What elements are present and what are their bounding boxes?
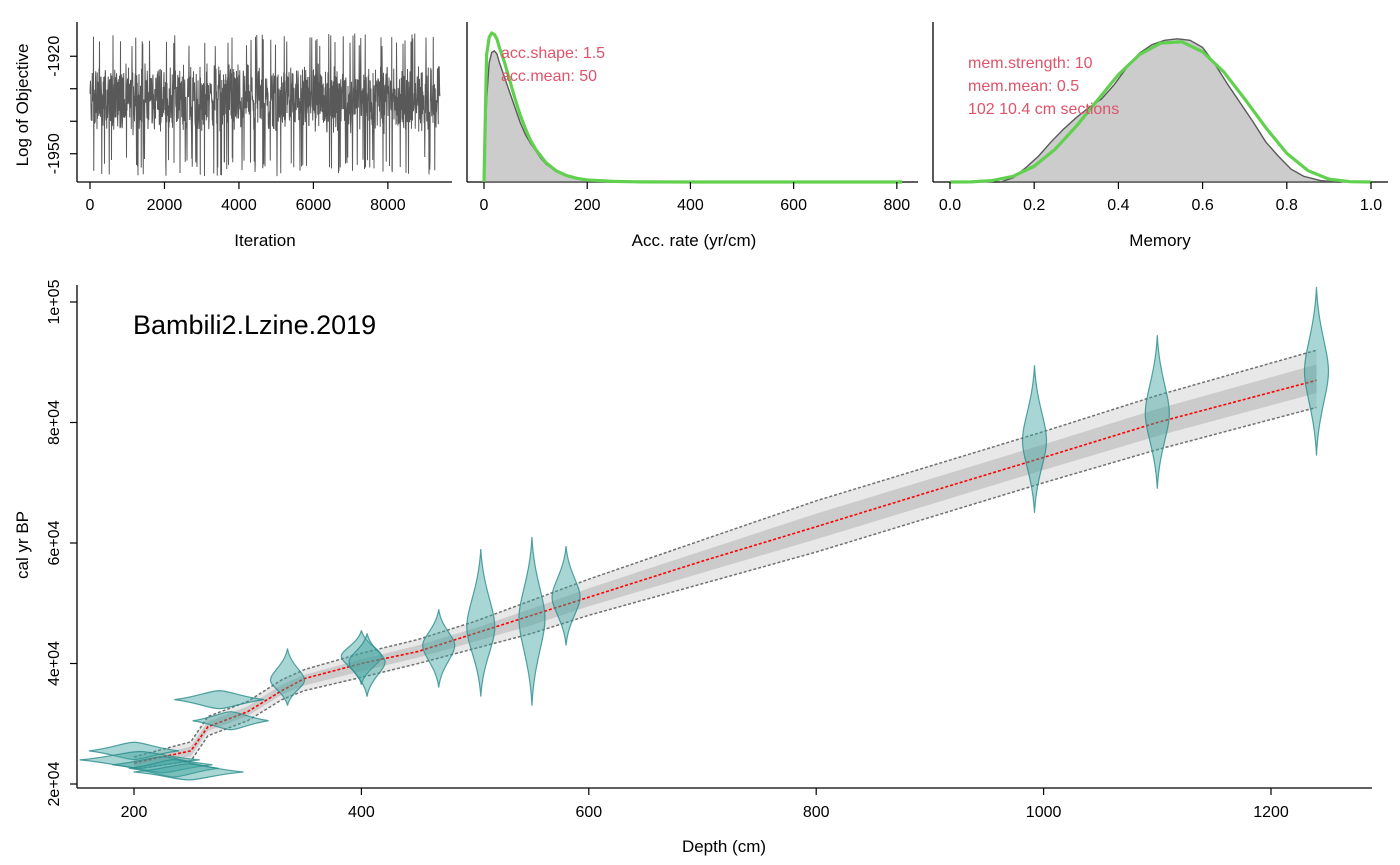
depth-x-tick-label: 1000 [1026, 804, 1062, 821]
acc-rate-x-tick-label: 600 [780, 197, 807, 214]
dated-sample-violin [422, 609, 456, 688]
dated-sample-violin [1144, 335, 1170, 489]
age-y-tick-label: 4e+04 [46, 641, 63, 686]
acc-shape-annotation: acc.shape: 1.5 [501, 45, 605, 62]
acc-rate-x-tick-label: 200 [574, 197, 601, 214]
lower-bound-line [133, 406, 1317, 770]
mem-mean-annotation: mem.mean: 0.5 [968, 78, 1079, 95]
depth-x-tick-label: 1200 [1253, 804, 1289, 821]
acc-rate-panel: 0 200 400 600 800 Acc. rate (yr/cm) acc.shap… [466, 22, 918, 250]
depth-x-tick-label: 400 [348, 804, 375, 821]
trace-x-tick-label: 4000 [221, 197, 257, 214]
acc-rate-x-label: Acc. rate (yr/cm) [632, 231, 757, 250]
dated-sample-violin [466, 548, 496, 697]
uncertainty-band-core [134, 364, 1317, 766]
trace-y-label: Log of Objective [13, 44, 32, 167]
trace-x-tick-label: 8000 [370, 197, 406, 214]
core-title: Bambili2.Lzine.2019 [133, 310, 376, 340]
depth-x-label: Depth (cm) [682, 837, 766, 856]
acc-rate-x-tick-label: 0 [480, 197, 489, 214]
sections-annotation: 102 10.4 cm sections [968, 101, 1119, 118]
depth-x-tick-label: 600 [575, 804, 602, 821]
trace-plot [89, 33, 441, 177]
memory-x-label: Memory [1129, 231, 1191, 250]
memory-ticks: 0.0 0.2 0.4 0.6 0.8 1.0 [939, 182, 1382, 214]
mem-strength-annotation: mem.strength: 10 [968, 55, 1093, 72]
age-y-label: cal yr BP [13, 511, 32, 579]
dated-sample-violin [551, 545, 581, 646]
depth-x-tick-label: 800 [803, 804, 830, 821]
age-y-tick-label: 2e+04 [46, 761, 63, 806]
memory-x-tick-label: 1.0 [1360, 197, 1382, 214]
depth-x-tick-label: 200 [121, 804, 148, 821]
acc-rate-ticks: 0 200 400 600 800 [480, 182, 910, 214]
dated-sample-violin [1021, 365, 1048, 513]
trace-panel: 0 2000 4000 6000 8000 -1920 -1950 Iteration Lo… [13, 22, 452, 250]
trace-x-tick-label: 2000 [147, 197, 183, 214]
memory-x-tick-label: 0.6 [1191, 197, 1213, 214]
trace-x-tick-label: 6000 [296, 197, 332, 214]
age-depth-band [134, 350, 1317, 769]
dated-sample-violin [1303, 286, 1330, 456]
memory-x-tick-label: 0.4 [1107, 197, 1129, 214]
trace-y-tick-label: -1950 [46, 133, 63, 174]
memory-x-tick-label: 0.2 [1023, 197, 1045, 214]
acc-rate-x-tick-label: 400 [677, 197, 704, 214]
age-y-tick-label: 1e+05 [46, 279, 63, 324]
trace-x-tick-label: 0 [86, 197, 95, 214]
age-depth-ticks: 200 400 600 800 1000 1200 2e+04 4e+04 6e+04 8e+04… [46, 279, 1289, 821]
memory-x-tick-label: 0.8 [1276, 197, 1298, 214]
memory-x-tick-label: 0.0 [939, 197, 961, 214]
acc-mean-annotation: acc.mean: 50 [501, 68, 597, 85]
trace-x-label: Iteration [234, 231, 295, 250]
age-y-tick-label: 6e+04 [46, 520, 63, 565]
age-y-tick-label: 8e+04 [46, 400, 63, 445]
bacon-figure: 0 2000 4000 6000 8000-1920-1950 Iteration Lo… [13, 22, 1388, 856]
trace-y-tick-label: -1920 [46, 36, 63, 77]
trace-line [89, 33, 441, 177]
memory-panel: 0.0 0.2 0.4 0.6 0.8 1.0 Memory mem.strength: … [932, 22, 1388, 250]
acc-rate-x-tick-label: 800 [883, 197, 910, 214]
dated-sample-violin [518, 536, 546, 706]
age-depth-panel: 200 400 600 800 1000 1200 2e+04 4e+04 6e+04 8e+04… [13, 279, 1372, 856]
